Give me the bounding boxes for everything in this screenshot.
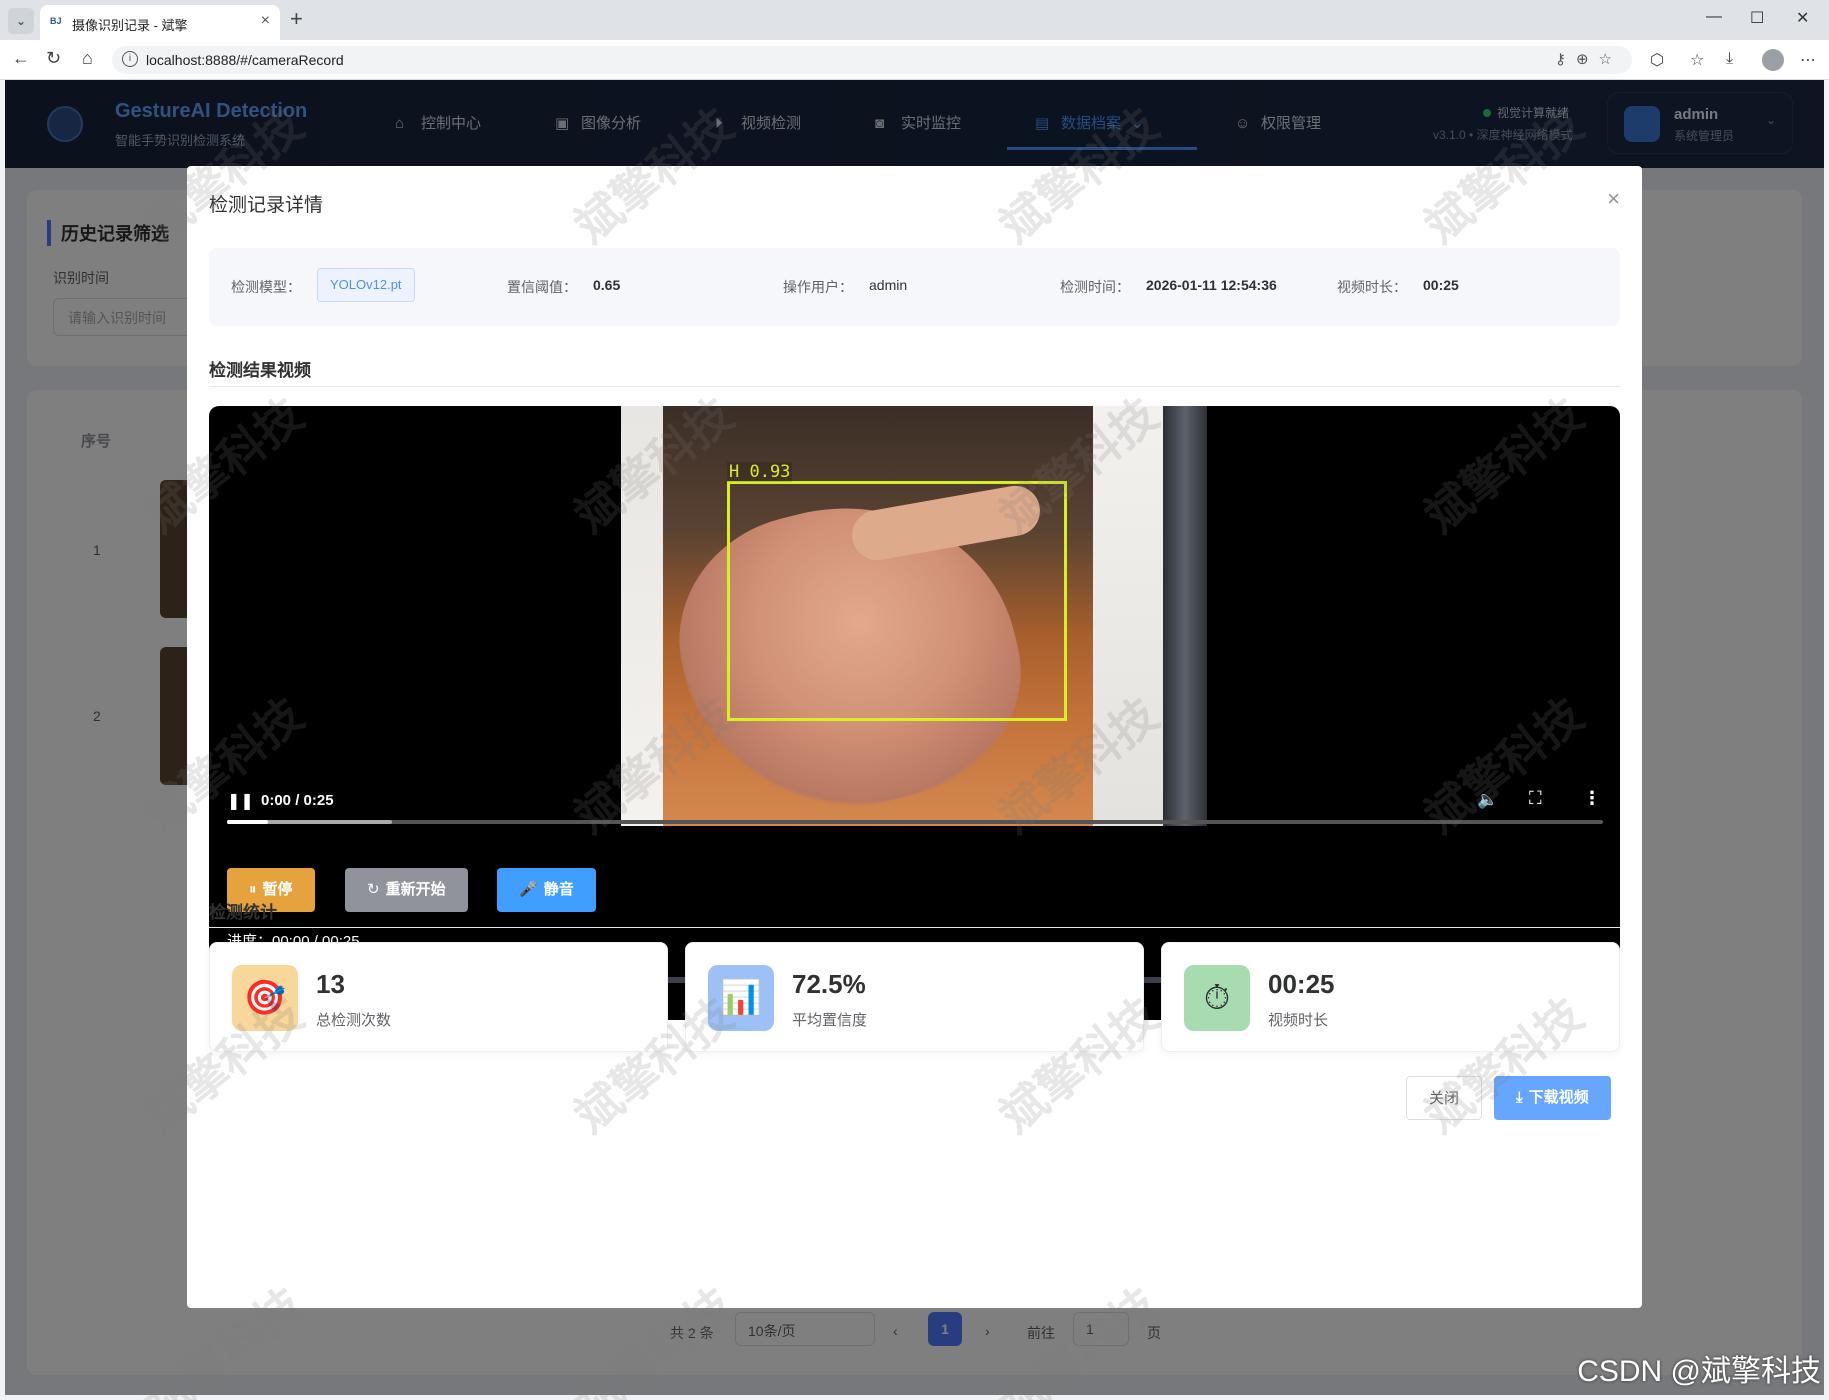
bar-chart-icon: 📊 xyxy=(708,965,774,1031)
duration-label: 视频时长： xyxy=(1337,279,1407,295)
tab-close-icon[interactable]: × xyxy=(261,12,270,30)
mute-button[interactable]: 🎤 静音 xyxy=(497,868,596,912)
address-bar: ← ↻ ⌂ i localhost:8888/#/cameraRecord ⚷⊕… xyxy=(0,40,1829,80)
microphone-icon: 🎤 xyxy=(519,881,538,898)
restart-button[interactable]: ↻ 重新开始 xyxy=(345,868,468,912)
new-tab-icon[interactable]: + xyxy=(290,6,303,32)
favicon-icon: BJ xyxy=(50,16,62,26)
window-close-icon[interactable]: ✕ xyxy=(1796,8,1809,28)
player-time: 0:00 / 0:25 xyxy=(261,792,334,809)
frame-wall xyxy=(621,406,663,826)
threshold-label: 置信阈值： xyxy=(507,279,577,295)
download-icon: ⤓ xyxy=(1516,1089,1523,1106)
stat-card-duration: ⏱ 00:25 视频时长 xyxy=(1161,942,1620,1052)
detect-time-label: 检测时间： xyxy=(1060,279,1130,295)
stat-card-total: 🎯 13 总检测次数 xyxy=(209,942,668,1052)
browser-tab-bar: ⌄ BJ 摄像识别记录 - 斌擎 × + — ☐ ✕ xyxy=(0,0,1829,40)
tab-menu-chevron-icon[interactable]: ⌄ xyxy=(8,8,34,34)
record-detail-dialog: 检测记录详情 × 检测模型： YOLOv12.pt 置信阈值： 0.65 操作用… xyxy=(187,166,1642,1308)
window-minimize-icon[interactable]: — xyxy=(1706,8,1722,26)
more-vertical-icon[interactable]: ⋮ xyxy=(1583,788,1601,809)
fullscreen-icon[interactable]: ⛶ xyxy=(1529,788,1542,809)
section-divider xyxy=(209,927,1620,928)
target-icon: 🎯 xyxy=(232,965,298,1031)
stat-value: 00:25 xyxy=(1268,969,1335,999)
close-button[interactable]: 关闭 xyxy=(1406,1076,1483,1120)
stat-card-confidence: 📊 72.5% 平均置信度 xyxy=(685,942,1144,1052)
close-icon[interactable]: × xyxy=(1607,186,1620,212)
detection-label: H 0.93 xyxy=(727,462,793,482)
profile-avatar-icon[interactable] xyxy=(1762,49,1784,71)
pause-icon[interactable]: ❚❚ xyxy=(227,791,254,811)
browser-menu-icon[interactable]: ⋯ xyxy=(1800,50,1816,70)
player-played-bar xyxy=(227,820,269,824)
stat-label: 平均置信度 xyxy=(792,1012,868,1029)
stat-label: 视频时长 xyxy=(1268,1012,1329,1029)
url-text: localhost:8888/#/cameraRecord xyxy=(146,52,344,68)
frame-wall xyxy=(1093,406,1163,826)
video-frame: H 0.93 ⧉▷a xyxy=(621,406,1207,826)
stopwatch-icon: ⏱ xyxy=(1184,965,1250,1031)
frame-monitor-edge xyxy=(1163,406,1207,826)
site-info-icon[interactable]: i xyxy=(122,51,138,67)
pause-circle-icon: ⏸ xyxy=(249,881,257,898)
browser-tab[interactable]: BJ 摄像识别记录 - 斌擎 × xyxy=(40,5,280,40)
section-divider xyxy=(209,386,1620,387)
detection-bounding-box xyxy=(727,481,1067,721)
dialog-title: 检测记录详情 xyxy=(209,195,324,216)
volume-icon[interactable]: 🔈 xyxy=(1477,790,1498,810)
download-video-button[interactable]: ⤓ 下载视频 xyxy=(1494,1076,1611,1120)
window-maximize-icon[interactable]: ☐ xyxy=(1750,8,1764,28)
home-icon[interactable]: ⌂ xyxy=(82,48,93,69)
duration-value: 00:25 xyxy=(1423,277,1459,293)
detect-time-value: 2026-01-11 12:54:36 xyxy=(1146,277,1277,293)
record-info-bar: 检测模型： YOLOv12.pt 置信阈值： 0.65 操作用户： admin … xyxy=(209,248,1620,326)
operator-value: admin xyxy=(869,277,908,293)
stat-label: 总检测次数 xyxy=(316,1012,392,1029)
reload-icon[interactable]: ↻ xyxy=(46,48,61,69)
stat-value: 72.5% xyxy=(792,969,866,999)
stat-value: 13 xyxy=(316,969,345,999)
address-actions-icon[interactable]: ⚷⊕☆ xyxy=(1555,50,1622,68)
model-label: 检测模型： xyxy=(231,279,301,295)
extensions-icon[interactable]: ⬡ xyxy=(1650,50,1664,70)
stats-section-title: 检测统计 xyxy=(209,903,277,922)
video-section-title: 检测结果视频 xyxy=(209,361,311,380)
download-icon[interactable]: ⤓ xyxy=(1726,50,1733,68)
player-seek-track[interactable] xyxy=(227,820,1603,824)
favorites-icon[interactable]: ☆ xyxy=(1690,50,1704,70)
player-controls: ❚❚ 0:00 / 0:25 🔈 ⛶ ⋮ xyxy=(209,776,1620,826)
url-field[interactable]: i localhost:8888/#/cameraRecord ⚷⊕☆ xyxy=(112,46,1632,74)
threshold-value: 0.65 xyxy=(593,277,621,293)
csdn-watermark: CSDN @斌擎科技 xyxy=(1577,1355,1821,1388)
tab-title: 摄像识别记录 - 斌擎 xyxy=(72,18,188,33)
model-tag: YOLOv12.pt xyxy=(317,268,415,302)
refresh-icon: ↻ xyxy=(367,881,380,898)
operator-label: 操作用户： xyxy=(783,279,853,295)
back-icon[interactable]: ← xyxy=(12,48,30,69)
